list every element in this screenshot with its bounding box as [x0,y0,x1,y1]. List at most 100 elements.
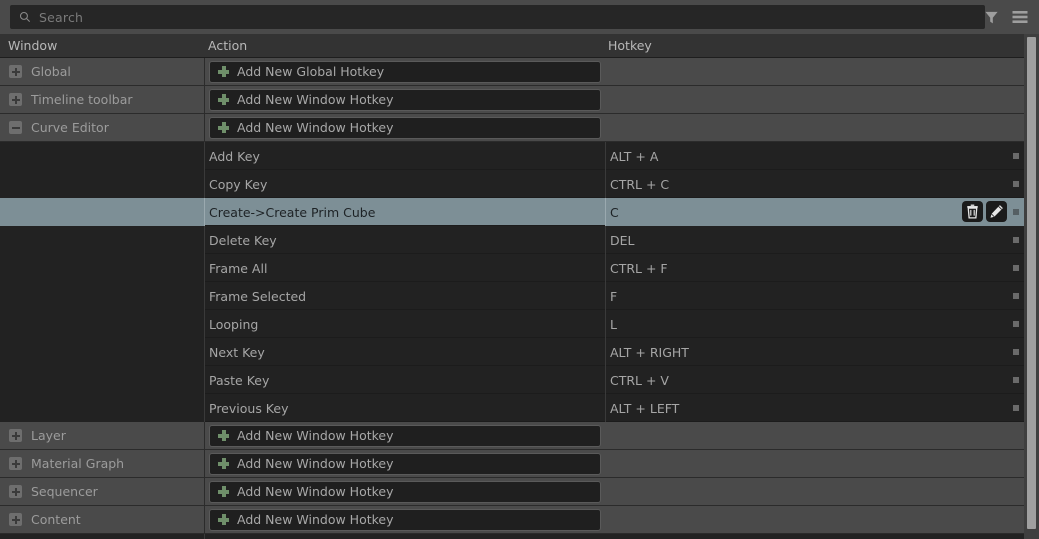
action-label: Delete Key [209,232,277,248]
add-hotkey-button[interactable]: Add New Window Hotkey [209,508,601,531]
add-hotkey-button[interactable]: Add New Window Hotkey [209,424,601,447]
plus-icon [218,66,229,77]
plus-icon [218,486,229,497]
group-window-cell[interactable]: Global [0,58,205,86]
row-indicator-dot [1013,265,1019,271]
add-window-cell[interactable]: Add Window [0,534,205,539]
top-toolbar: Search [0,0,1039,34]
hamburger-menu-icon[interactable] [1011,9,1028,26]
vertical-scrollbar-track[interactable] [1024,34,1039,539]
add-hotkey-label: Add New Window Hotkey [237,456,394,471]
row-window-cell [0,142,205,170]
row-window-cell [0,338,205,366]
table-row[interactable]: Frame Selected F [0,282,1024,310]
group-name-label: Timeline toolbar [31,92,133,107]
expand-group-icon[interactable] [9,429,22,442]
action-label: Copy Key [209,176,268,192]
group-window-cell[interactable]: Timeline toolbar [0,86,205,114]
add-hotkey-label: Add New Window Hotkey [237,92,394,107]
row-window-cell [0,254,205,282]
group-window-cell[interactable]: Layer [0,422,205,450]
table-row-group: Sequencer Add New Window Hotkey [0,478,1024,506]
expand-group-icon[interactable] [9,513,22,526]
row-action-cell: Next Key [205,338,605,366]
table-row[interactable]: Delete Key DEL [0,226,1024,254]
expand-group-icon[interactable] [9,93,22,106]
table-row-group: Curve Editor Add New Window Hotkey [0,114,1024,142]
group-hotkey-cell [605,114,1024,142]
action-label: Add Key [209,148,260,164]
row-indicator-dot [1013,349,1019,355]
group-hotkey-cell [605,506,1024,534]
group-name-label: Curve Editor [31,120,109,135]
add-hotkey-button[interactable]: Add New Global Hotkey [209,60,601,83]
action-label: Looping [209,316,259,332]
group-window-cell[interactable]: Curve Editor [0,114,205,142]
group-action-cell: Add New Window Hotkey [205,422,605,450]
action-label: Paste Key [209,372,270,388]
hotkey-label: L [610,316,617,332]
row-hotkey-cell: C [605,198,1024,226]
row-indicator-dot [1013,209,1019,215]
row-indicator-dot [1013,377,1019,383]
hotkey-table-body: Global Add New Global Hotkey Timeline tool… [0,58,1024,539]
row-indicator-dot [1013,293,1019,299]
row-action-cell: Looping [205,310,605,338]
column-header-row: Window Action Hotkey [0,34,1039,58]
table-row[interactable]: Frame All CTRL + F [0,254,1024,282]
collapse-group-icon[interactable] [9,121,22,134]
hotkey-label: ALT + A [610,148,659,164]
row-hotkey-cell: DEL [605,226,1024,254]
row-window-cell [0,310,205,338]
row-action-buttons [962,201,1007,222]
expand-group-icon[interactable] [9,457,22,470]
action-label: Frame All [209,260,268,276]
row-hotkey-cell: ALT + RIGHT [605,338,1024,366]
add-hotkey-button[interactable]: Add New Window Hotkey [209,480,601,503]
column-header-window[interactable]: Window [8,34,57,57]
group-window-cell[interactable]: Material Graph [0,450,205,478]
group-action-cell: Add New Window Hotkey [205,114,605,142]
row-window-cell [0,366,205,394]
table-row[interactable]: Add Key ALT + A [0,142,1024,170]
table-row[interactable]: Paste Key CTRL + V [0,366,1024,394]
group-hotkey-cell [605,450,1024,478]
group-action-cell: Add New Global Hotkey [205,58,605,86]
plus-icon [218,458,229,469]
hotkey-label: F [610,288,618,304]
group-name-label: Content [31,512,81,527]
search-input[interactable]: Search [10,5,985,29]
column-header-action[interactable]: Action [208,34,247,57]
group-window-cell[interactable]: Sequencer [0,478,205,506]
group-name-label: Layer [31,428,66,443]
table-row[interactable]: Looping L [0,310,1024,338]
toolbar-icon-group [983,0,1035,34]
action-label: Frame Selected [209,288,307,304]
hotkey-label: CTRL + C [610,176,670,192]
expand-group-icon[interactable] [9,65,22,78]
hotkey-label: ALT + LEFT [610,400,680,416]
group-window-cell[interactable]: Content [0,506,205,534]
row-window-cell [0,198,205,226]
row-indicator-dot [1013,321,1019,327]
row-indicator-dot [1013,153,1019,159]
table-row[interactable]: Copy Key CTRL + C [0,170,1024,198]
table-row[interactable]: Previous Key ALT + LEFT [0,394,1024,422]
filter-funnel-icon[interactable] [983,9,1000,26]
row-action-cell: Paste Key [205,366,605,394]
pencil-edit-icon[interactable] [986,201,1007,222]
add-hotkey-button[interactable]: Add New Window Hotkey [209,88,601,111]
plus-icon [218,94,229,105]
expand-group-icon[interactable] [9,485,22,498]
trash-icon[interactable] [962,201,983,222]
row-action-cell: Previous Key [205,394,605,422]
table-row[interactable]: Create->Create Prim Cube C [0,198,1024,226]
row-hotkey-cell: ALT + LEFT [605,394,1024,422]
add-hotkey-button[interactable]: Add New Window Hotkey [209,116,601,139]
table-row[interactable]: Next Key ALT + RIGHT [0,338,1024,366]
add-hotkey-label: Add New Global Hotkey [237,64,385,79]
group-hotkey-cell [605,422,1024,450]
vertical-scrollbar-thumb[interactable] [1027,37,1036,529]
column-header-hotkey[interactable]: Hotkey [608,34,652,57]
add-hotkey-button[interactable]: Add New Window Hotkey [209,452,601,475]
